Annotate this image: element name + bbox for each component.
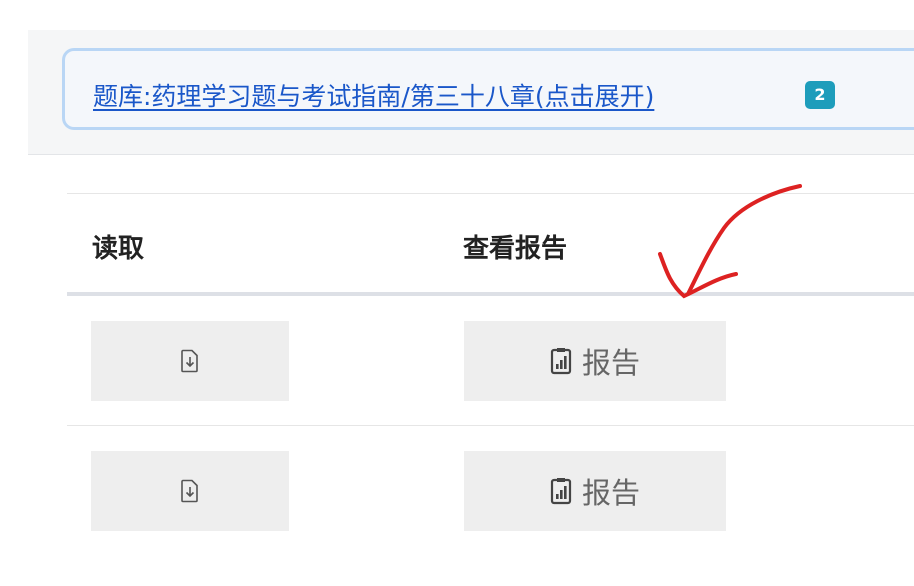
table-header-divider bbox=[67, 292, 914, 296]
report-button[interactable]: 报告 bbox=[464, 321, 726, 401]
report-label: 报告 bbox=[581, 346, 640, 380]
table-top-divider bbox=[67, 193, 914, 194]
row-divider bbox=[67, 425, 914, 426]
read-button[interactable] bbox=[91, 321, 289, 401]
file-download-icon bbox=[180, 479, 200, 503]
file-chart-icon bbox=[550, 347, 572, 375]
file-chart-icon bbox=[550, 477, 572, 505]
column-header-read: 读取 bbox=[92, 234, 145, 264]
count-badge: 2 bbox=[805, 81, 835, 109]
file-download-icon bbox=[180, 349, 200, 373]
report-label: 报告 bbox=[581, 476, 640, 510]
report-button[interactable]: 报告 bbox=[464, 451, 726, 531]
read-button[interactable] bbox=[91, 451, 289, 531]
question-bank-link[interactable]: 题库:药理学习题与考试指南/第三十八章(点击展开) bbox=[93, 77, 654, 113]
breadcrumb: 题库:药理学习题与考试指南/第三十八章(点击展开) 2 bbox=[62, 48, 914, 130]
column-header-report: 查看报告 bbox=[463, 234, 568, 264]
